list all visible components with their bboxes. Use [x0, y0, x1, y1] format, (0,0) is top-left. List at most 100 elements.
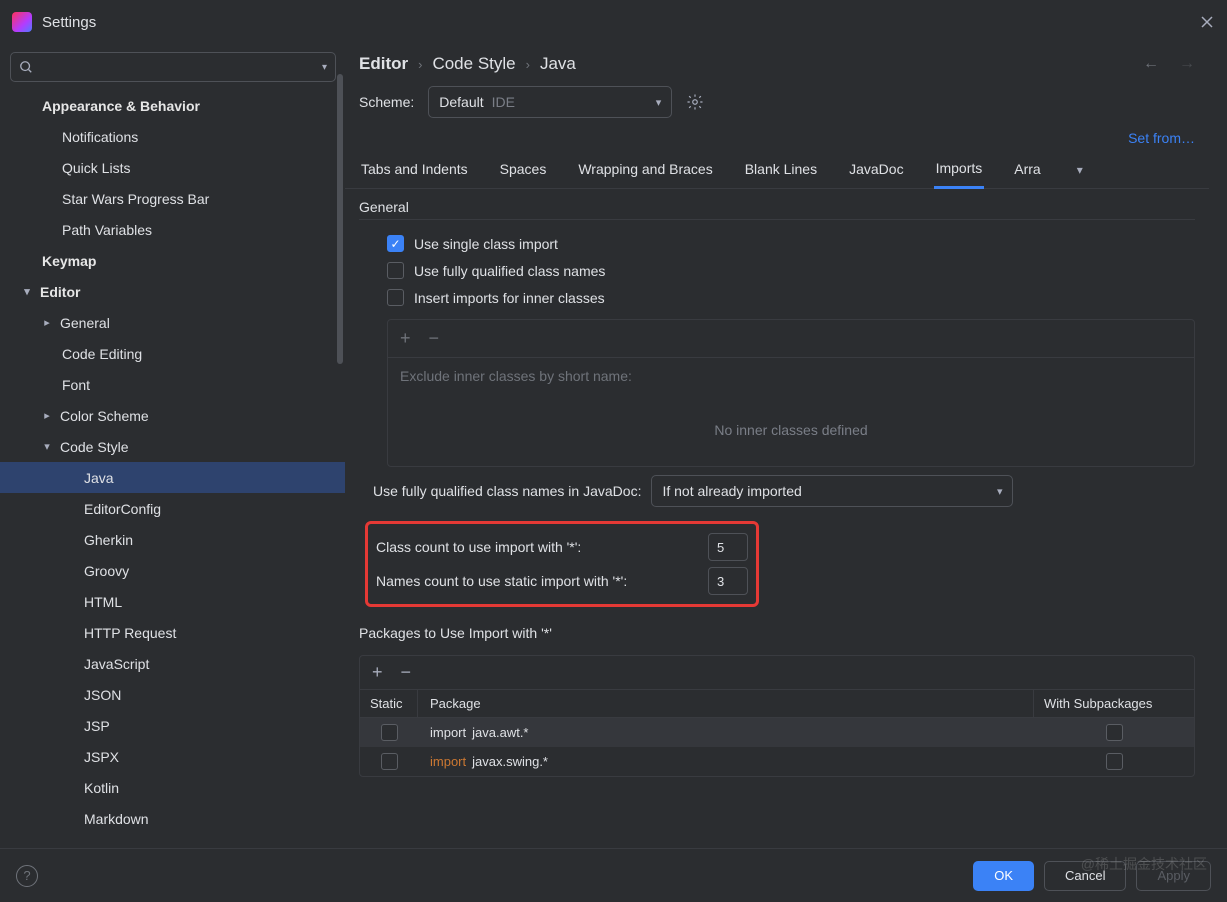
packages-section: Packages to Use Import with '*' + − Stat…: [345, 613, 1209, 777]
nav-forward-icon[interactable]: →: [1179, 55, 1195, 73]
names-count-input[interactable]: [708, 567, 748, 595]
tabs: Tabs and Indents Spaces Wrapping and Brace…: [345, 152, 1209, 189]
add-icon[interactable]: +: [372, 662, 383, 683]
scheme-value: Default: [439, 94, 483, 110]
setfrom-link[interactable]: Set from…: [1128, 130, 1195, 146]
sidebar-item-font[interactable]: Font: [0, 369, 345, 400]
sidebar-item-label: Notifications: [62, 129, 138, 145]
sidebar-item-json[interactable]: JSON: [0, 679, 345, 710]
sidebar-item-kotlin[interactable]: Kotlin: [0, 772, 345, 803]
chevron-icon: ▾: [20, 285, 34, 298]
th-package: Package: [418, 690, 1034, 717]
footer: ? OK Cancel Apply: [0, 848, 1227, 902]
app-icon: [12, 12, 32, 32]
checkbox[interactable]: [1106, 724, 1123, 741]
sidebar-item-code-style[interactable]: ▾Code Style: [0, 431, 345, 462]
content: Editor › Code Style › Java ← → Scheme: D…: [345, 44, 1227, 848]
breadcrumb-java: Java: [540, 54, 576, 74]
sidebar-item-label: Markdown: [84, 811, 149, 827]
table-row[interactable]: import java.awt.*: [360, 718, 1194, 747]
chevron-icon: ▸: [40, 316, 54, 329]
th-subpackages: With Subpackages: [1034, 690, 1194, 717]
remove-icon[interactable]: −: [401, 662, 412, 683]
sidebar-item-star-wars-progress-bar[interactable]: Star Wars Progress Bar: [0, 183, 345, 214]
close-icon[interactable]: [1199, 14, 1215, 30]
javadoc-fqn-dropdown[interactable]: If not already imported ▾: [651, 475, 1013, 507]
tab-arra[interactable]: Arra: [1012, 153, 1042, 187]
sidebar-item-groovy[interactable]: Groovy: [0, 555, 345, 586]
check-label: Insert imports for inner classes: [414, 290, 605, 306]
scheme-dropdown[interactable]: Default IDE ▾: [428, 86, 672, 118]
search-input[interactable]: [39, 60, 316, 75]
breadcrumb-editor[interactable]: Editor: [359, 54, 408, 74]
checkbox[interactable]: [381, 724, 398, 741]
sidebar-item-keymap[interactable]: Keymap: [0, 245, 345, 276]
sidebar-item-label: Color Scheme: [60, 408, 149, 424]
th-static: Static: [360, 690, 418, 717]
checkbox[interactable]: ✓: [387, 235, 404, 252]
sidebar-item-label: Appearance & Behavior: [42, 98, 200, 114]
check-row: ✓Use single class import: [359, 230, 1195, 257]
remove-icon[interactable]: −: [429, 328, 440, 349]
sidebar-item-label: Groovy: [84, 563, 129, 579]
sidebar-item-label: JSP: [84, 718, 110, 734]
sidebar-item-editorconfig[interactable]: EditorConfig: [0, 493, 345, 524]
chevron-down-icon: ▾: [656, 96, 662, 109]
search-box[interactable]: ▾: [10, 52, 336, 82]
table-row[interactable]: import javax.swing.*: [360, 747, 1194, 776]
add-icon[interactable]: +: [400, 328, 411, 349]
tab-javadoc[interactable]: JavaDoc: [847, 153, 905, 187]
sidebar-item-jspx[interactable]: JSPX: [0, 741, 345, 772]
chevron-right-icon: ›: [418, 57, 422, 72]
cancel-button[interactable]: Cancel: [1044, 861, 1126, 891]
tab-wrapping-and-braces[interactable]: Wrapping and Braces: [576, 153, 714, 187]
sidebar-item-code-editing[interactable]: Code Editing: [0, 338, 345, 369]
search-dropdown-icon[interactable]: ▾: [322, 62, 327, 73]
sidebar-item-label: Path Variables: [62, 222, 152, 238]
sidebar-item-color-scheme[interactable]: ▸ Color Scheme: [0, 400, 345, 431]
highlighted-counts: Class count to use import with '*': Name…: [365, 521, 759, 607]
breadcrumb: Editor › Code Style › Java: [359, 54, 576, 74]
sidebar-item-jsp[interactable]: JSP: [0, 710, 345, 741]
sidebar-scrollbar[interactable]: [337, 74, 343, 364]
sidebar-item-label: JavaScript: [84, 656, 149, 672]
checkbox[interactable]: [387, 289, 404, 306]
sidebar-item-appearance-behavior[interactable]: Appearance & Behavior: [0, 90, 345, 121]
sidebar-item-editor[interactable]: ▾Editor: [0, 276, 345, 307]
sidebar-item-path-variables[interactable]: Path Variables: [0, 214, 345, 245]
class-count-input[interactable]: [708, 533, 748, 561]
checkbox[interactable]: [381, 753, 398, 770]
sidebar-item-gherkin[interactable]: Gherkin: [0, 524, 345, 555]
sidebar-item-label: Quick Lists: [62, 160, 130, 176]
breadcrumb-codestyle[interactable]: Code Style: [432, 54, 515, 74]
sidebar-item-markdown[interactable]: Markdown: [0, 803, 345, 834]
check-row: Use fully qualified class names: [359, 257, 1195, 284]
tab-blank-lines[interactable]: Blank Lines: [743, 153, 819, 187]
sidebar-item-label: Code Editing: [62, 346, 142, 362]
chevron-down-icon: ▾: [997, 485, 1003, 498]
chevron-icon: ▾: [40, 440, 54, 453]
sidebar-item-http-request[interactable]: HTTP Request: [0, 617, 345, 648]
checkbox[interactable]: [1106, 753, 1123, 770]
nav-back-icon[interactable]: ←: [1143, 55, 1159, 73]
gear-icon[interactable]: [686, 93, 704, 111]
tab-spaces[interactable]: Spaces: [498, 153, 549, 187]
checkbox[interactable]: [387, 262, 404, 279]
ok-button[interactable]: OK: [973, 861, 1034, 891]
sidebar-item-html[interactable]: HTML: [0, 586, 345, 617]
sidebar-item-java[interactable]: Java: [0, 462, 345, 493]
sidebar-item-javascript[interactable]: JavaScript: [0, 648, 345, 679]
apply-button[interactable]: Apply: [1136, 861, 1211, 891]
sidebar-item-notifications[interactable]: Notifications: [0, 121, 345, 152]
tabs-overflow-icon[interactable]: ▾: [1071, 155, 1089, 185]
help-icon[interactable]: ?: [16, 865, 38, 887]
sidebar-item-general[interactable]: ▸General: [0, 307, 345, 338]
main: ▾ Appearance & Behavior Notifications Quic…: [0, 44, 1227, 848]
check-label: Use fully qualified class names: [414, 263, 605, 279]
chevron-icon: ▸: [40, 409, 54, 422]
sidebar-item-quick-lists[interactable]: Quick Lists: [0, 152, 345, 183]
tab-tabs-and-indents[interactable]: Tabs and Indents: [359, 153, 470, 187]
sidebar: ▾ Appearance & Behavior Notifications Quic…: [0, 44, 345, 848]
javadoc-fqn-value: If not already imported: [662, 483, 801, 499]
tab-imports[interactable]: Imports: [934, 152, 985, 189]
